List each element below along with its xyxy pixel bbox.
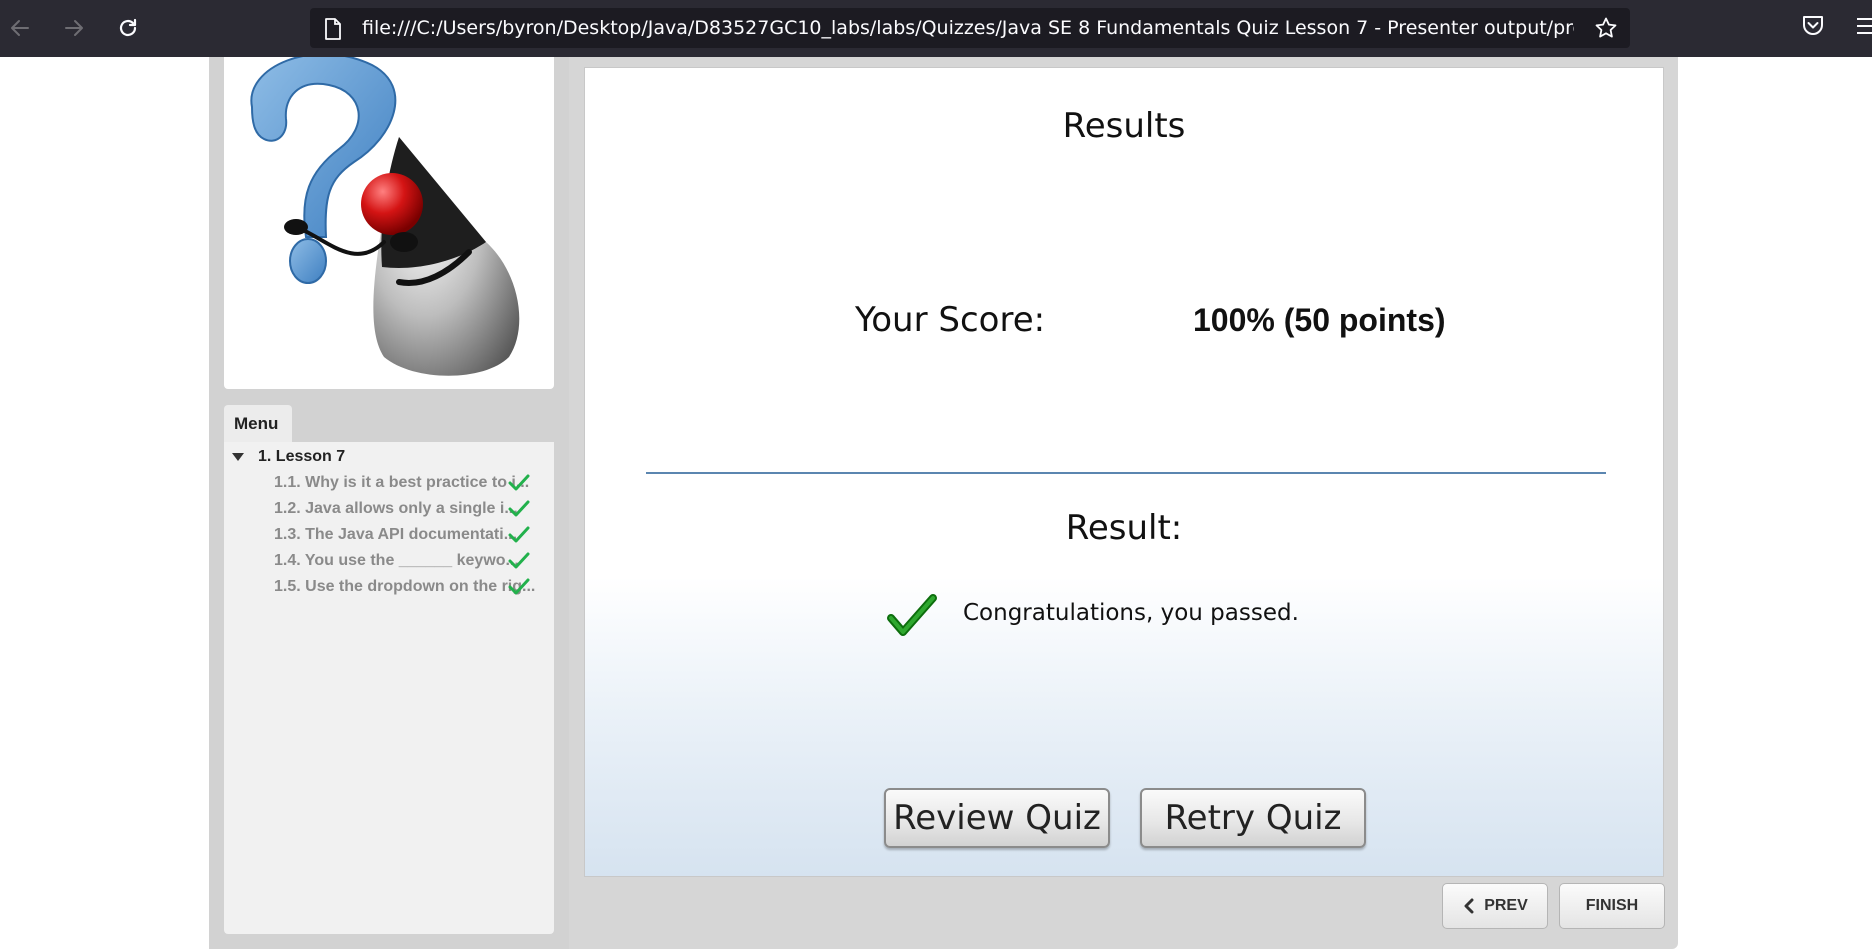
pass-checkmark-icon — [887, 594, 937, 636]
pocket-icon[interactable] — [1800, 13, 1826, 39]
checkmark-icon — [508, 474, 530, 491]
reload-button[interactable] — [114, 14, 142, 42]
sidebar-item-question-3[interactable]: 1.3. The Java API documentati... — [274, 524, 548, 546]
score-value: 100% (50 points) — [1193, 302, 1446, 338]
tab-menu[interactable]: Menu — [224, 405, 292, 443]
page-icon — [325, 18, 341, 40]
prev-button[interactable]: PREV — [1442, 883, 1548, 929]
sidebar-item-question-2[interactable]: 1.2. Java allows only a single i... — [274, 498, 548, 520]
url-text[interactable]: file:///C:/Users/byron/Desktop/Java/D835… — [362, 8, 1574, 48]
sidebar-item-question-5[interactable]: 1.5. Use the dropdown on the rig... — [274, 576, 548, 598]
sidebar-item-question-4[interactable]: 1.4. You use the ______ keywo... — [274, 550, 548, 572]
arrow-left-icon — [11, 20, 29, 36]
results-title: Results — [1062, 106, 1186, 146]
address-bar[interactable]: file:///C:/Users/byron/Desktop/Java/D835… — [310, 8, 1630, 48]
chevron-left-icon — [1464, 898, 1474, 914]
sidebar-item-question-1[interactable]: 1.1. Why is it a best practice to i... — [274, 472, 548, 494]
prev-label: PREV — [1484, 897, 1528, 914]
back-button[interactable] — [6, 14, 34, 42]
finish-button[interactable]: FINISH — [1559, 883, 1665, 929]
caret-down-icon[interactable] — [232, 453, 244, 461]
retry-quiz-button[interactable]: Retry Quiz — [1140, 788, 1366, 848]
divider — [646, 472, 1606, 474]
finish-label: FINISH — [1585, 897, 1639, 914]
checkmark-icon — [508, 500, 530, 517]
browser-toolbar: file:///C:/Users/byron/Desktop/Java/D835… — [0, 0, 1872, 57]
review-quiz-button[interactable]: Review Quiz — [884, 788, 1110, 848]
results-slide: Results Your Score: 100% (50 points) Res… — [584, 67, 1664, 877]
lesson-tree-node[interactable]: 1. Lesson 7 — [232, 446, 345, 468]
forward-button[interactable] — [60, 14, 88, 42]
result-message: Congratulations, you passed. — [963, 600, 1299, 626]
quiz-logo-panel — [224, 57, 554, 389]
checkmark-icon — [508, 552, 530, 569]
arrow-right-icon — [65, 20, 83, 36]
duke-question-mascot-icon — [250, 57, 520, 376]
checkmark-icon — [508, 526, 530, 543]
lesson-label: 1. Lesson 7 — [258, 448, 346, 465]
reload-icon — [119, 18, 137, 37]
result-label: Result: — [1065, 508, 1183, 548]
score-label: Your Score: — [855, 300, 1046, 340]
bookmark-star-icon[interactable] — [1594, 16, 1618, 40]
hamburger-menu-icon[interactable] — [1856, 14, 1872, 38]
checkmark-icon — [508, 578, 530, 595]
